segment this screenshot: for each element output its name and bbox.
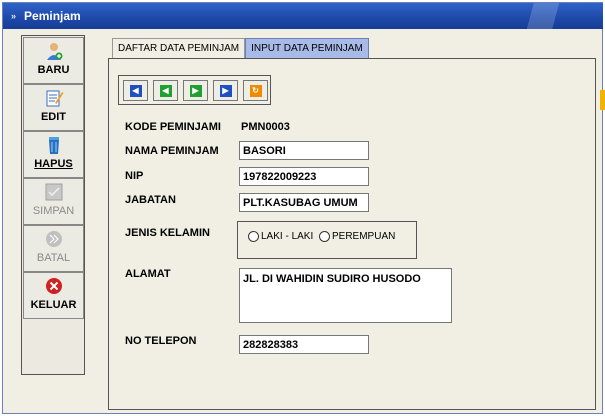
hapus-label: HAPUS (34, 158, 73, 170)
alamat-label: ALAMAT (125, 268, 171, 280)
baru-label: BARU (37, 64, 70, 76)
next-record-button[interactable]: ▶ (183, 80, 208, 101)
background-window-edge (600, 90, 605, 110)
edit-icon (46, 90, 63, 107)
nama-peminjam-label: NAMA PEMINJAM (125, 145, 219, 157)
nip-label: NIP (125, 170, 144, 182)
refresh-icon: ↻ (249, 84, 262, 97)
refresh-button[interactable]: ↻ (243, 80, 268, 101)
radio-circle-perempuan (319, 231, 330, 242)
user-add-icon (46, 43, 62, 60)
radio-perempuan[interactable]: PEREMPUAN (319, 231, 395, 242)
radio-circle-laki-laki (248, 231, 259, 242)
tab-input-data-peminjam[interactable]: INPUT DATA PEMINJAM (245, 38, 369, 58)
first-record-icon: ◀ (129, 84, 142, 97)
edit-label: EDIT (40, 111, 67, 123)
window-title: Peminjam (24, 9, 81, 23)
prev-record-button[interactable]: ◀ (153, 80, 178, 101)
radio-laki-laki-label: LAKI - LAKI (261, 231, 314, 242)
jenis-kelamin-label: JENIS KELAMIN (125, 227, 210, 239)
next-record-icon: ▶ (189, 84, 202, 97)
keluar-button[interactable]: KELUAR (23, 272, 84, 319)
edit-button[interactable]: EDIT (23, 84, 84, 131)
hapus-button[interactable]: HAPUS (23, 131, 84, 178)
nama-peminjam-field[interactable]: BASORI (239, 141, 369, 160)
jabatan-label: JABATAN (125, 194, 176, 206)
last-record-button[interactable]: ▶ (213, 80, 238, 101)
first-record-button[interactable]: ◀ (123, 80, 148, 101)
kode-peminjam-label: KODE PEMINJAMI (125, 121, 221, 133)
radio-laki-laki[interactable]: LAKI - LAKI (248, 231, 313, 242)
radio-perempuan-label: PEREMPUAN (332, 231, 396, 242)
alamat-field[interactable]: JL. DI WAHIDIN SUDIRO HUSODO (239, 268, 452, 323)
window-menu-icon[interactable]: » (11, 11, 16, 21)
title-decoration (483, 3, 603, 29)
record-navigator: ◀ ◀ ▶ ▶ ↻ (118, 75, 271, 105)
cancel-icon (45, 231, 62, 247)
trash-icon (48, 137, 59, 154)
batal-button[interactable]: BATAL (23, 225, 84, 272)
simpan-label: SIMPAN (32, 205, 75, 217)
tab-strip: DAFTAR DATA PEMINJAM INPUT DATA PEMINJAM (112, 38, 369, 58)
action-sidebar: BARU EDIT HAPUS SIMPAN BATAL KELUAR (21, 35, 85, 375)
kode-peminjam-value: PMN0003 (241, 121, 290, 133)
title-bar[interactable]: » Peminjam (3, 3, 603, 29)
no-telepon-field[interactable]: 282828383 (239, 335, 369, 354)
no-telepon-label: NO TELEPON (125, 335, 197, 347)
batal-label: BATAL (36, 252, 71, 264)
tab-daftar-data-peminjam[interactable]: DAFTAR DATA PEMINJAM (112, 38, 246, 58)
nip-field[interactable]: 197822009223 (239, 167, 369, 186)
prev-record-icon: ◀ (159, 84, 172, 97)
simpan-button[interactable]: SIMPAN (23, 178, 84, 225)
jabatan-field[interactable]: PLT.KASUBAG UMUM (239, 193, 369, 212)
last-record-icon: ▶ (219, 84, 232, 97)
baru-button[interactable]: BARU (23, 37, 84, 84)
save-icon (45, 183, 62, 201)
keluar-label: KELUAR (30, 299, 77, 311)
exit-icon (45, 278, 62, 294)
